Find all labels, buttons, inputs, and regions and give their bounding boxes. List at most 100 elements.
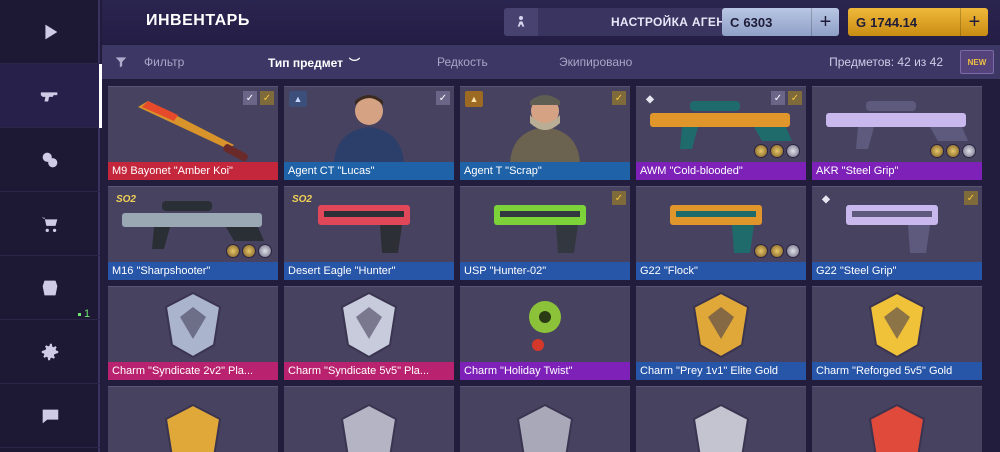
sidebar-item-cases[interactable] — [0, 128, 100, 192]
notification-badge: 1 — [78, 308, 90, 320]
gold-amount: 1744.14 — [870, 14, 918, 30]
filter-icon[interactable] — [114, 55, 128, 72]
check-icon: ✓ — [243, 91, 257, 105]
inventory-card[interactable] — [284, 386, 454, 452]
inventory-card[interactable]: Charm "Holiday Twist" — [460, 286, 630, 380]
play-icon — [45, 24, 58, 39]
charm-image — [340, 403, 398, 452]
equipped-checks: ✓ ✓ — [243, 91, 274, 105]
item-name: Agent CT "Lucas" — [284, 162, 454, 180]
sidebar-item-inventory[interactable] — [0, 64, 102, 128]
case-icon — [42, 280, 58, 295]
equipped-filter[interactable]: Экипировано — [559, 55, 632, 69]
item-name: Charm "Reforged 5v5" Gold — [812, 362, 982, 380]
sticker-icon — [770, 144, 784, 158]
sticker-icon — [930, 144, 944, 158]
charm-image — [529, 301, 561, 351]
gun-icon — [40, 91, 58, 101]
inventory-card[interactable]: Charm "Prey 1v1" Elite Gold — [636, 286, 806, 380]
gear-icon — [41, 343, 59, 360]
check-icon: ✓ — [612, 91, 626, 105]
filter-label[interactable]: Фильтр — [144, 55, 184, 69]
charm-image — [692, 403, 750, 452]
filter-bar: Фильтр Тип предмет ︶ Редкость Экипировано… — [102, 45, 1000, 79]
sticker-icon — [946, 144, 960, 158]
inventory-card[interactable]: SO2 M16 "Sharpshooter" — [108, 186, 278, 280]
inventory-card[interactable]: ▲ ✓ Agent CT "Lucas" — [284, 86, 454, 180]
add-gold-button[interactable]: + — [960, 8, 988, 36]
sticker-icon — [226, 244, 240, 258]
item-name: G22 "Steel Grip" — [812, 262, 982, 280]
item-tag-icon: ◆ — [646, 93, 654, 105]
check-icon: ✓ — [771, 91, 785, 105]
item-tag-icon: SO2 — [115, 193, 136, 205]
inventory-card[interactable]: Charm "Syndicate 2v2" Pla... — [108, 286, 278, 380]
sticker-icon — [242, 244, 256, 258]
item-tag-icon: SO2 — [291, 193, 312, 205]
rarity-filter[interactable]: Редкость — [437, 55, 488, 69]
charm-image — [164, 291, 222, 359]
sidebar-item-play[interactable] — [0, 0, 100, 64]
inventory-card[interactable] — [812, 386, 982, 452]
sticker-icon — [258, 244, 272, 258]
gold-balance: G 1744.14 + — [848, 8, 988, 36]
check-icon: ✓ — [436, 91, 450, 105]
chat-icon — [41, 409, 59, 423]
inventory-card[interactable] — [460, 386, 630, 452]
inventory-card[interactable]: SO2 Desert Eagle "Hunter" — [284, 186, 454, 280]
coins-icon — [42, 152, 58, 167]
item-name: G22 "Flock" — [636, 262, 806, 280]
charm-image — [692, 291, 750, 359]
item-count: Предметов: 42 из 42 — [829, 55, 943, 69]
inventory-card[interactable]: Charm "Reforged 5v5" Gold — [812, 286, 982, 380]
check-icon: ✓ — [788, 91, 802, 105]
sticker-row — [754, 244, 800, 258]
top-bar: ИНВЕНТАРЬ НАСТРОЙКА АГЕНТА C 6303 + G 1744… — [102, 0, 1000, 44]
item-name: Desert Eagle "Hunter" — [284, 262, 454, 280]
silver-currency-icon: C — [730, 14, 740, 30]
equipped-checks: ✓ — [964, 191, 978, 205]
inventory-card[interactable]: ◆ ✓ G22 "Steel Grip" — [812, 186, 982, 280]
sidebar-item-settings[interactable] — [0, 320, 100, 384]
pistol-image — [494, 205, 586, 253]
item-tag-icon: ▲ — [289, 91, 307, 107]
cart-icon — [41, 217, 58, 232]
sidebar-item-chat[interactable] — [0, 384, 100, 448]
sticker-icon — [754, 144, 768, 158]
item-name: Charm "Syndicate 2v2" Pla... — [108, 362, 278, 380]
check-icon: ✓ — [612, 191, 626, 205]
item-name: USP "Hunter-02" — [460, 262, 630, 280]
equipped-checks: ✓ — [436, 91, 450, 105]
item-name: AWM "Cold-blooded" — [636, 162, 806, 180]
badge-count: 1 — [84, 308, 91, 320]
silver-amount: 6303 — [743, 14, 773, 30]
inventory-card[interactable]: ◆ ✓ ✓ AWM "Cold-blooded" — [636, 86, 806, 180]
inventory-card[interactable]: AKR "Steel Grip" — [812, 86, 982, 180]
sticker-icon — [754, 244, 768, 258]
inventory-grid: ✓ ✓ M9 Bayonet "Amber Koi" ▲ ✓ Agent CT "Luca… — [102, 80, 1000, 452]
sticker-row — [930, 144, 976, 158]
new-badge[interactable]: NEW — [960, 50, 994, 74]
type-filter-dropdown[interactable]: Тип предмет ︶ — [268, 55, 360, 71]
agent-icon — [504, 8, 538, 36]
item-name: Charm "Prey 1v1" Elite Gold — [636, 362, 806, 380]
inventory-card[interactable]: Charm "Syndicate 5v5" Pla... — [284, 286, 454, 380]
agent-portrait-image — [510, 95, 580, 163]
sidebar: 1 — [0, 0, 102, 452]
inventory-card[interactable]: ✓ USP "Hunter-02" — [460, 186, 630, 280]
add-silver-button[interactable]: + — [811, 8, 839, 36]
inventory-card[interactable]: ▲ ✓ Agent T "Scrap" — [460, 86, 630, 180]
item-tag-icon: ▲ — [465, 91, 483, 107]
sticker-icon — [786, 244, 800, 258]
sticker-icon — [770, 244, 784, 258]
charm-image — [868, 291, 926, 359]
sidebar-item-shop[interactable] — [0, 192, 100, 256]
item-name: AKR "Steel Grip" — [812, 162, 982, 180]
inventory-card[interactable]: G22 "Flock" — [636, 186, 806, 280]
charm-image — [164, 403, 222, 452]
item-name: Charm "Holiday Twist" — [460, 362, 630, 380]
inventory-card[interactable] — [636, 386, 806, 452]
charm-image — [340, 291, 398, 359]
inventory-card[interactable] — [108, 386, 278, 452]
inventory-card[interactable]: ✓ ✓ M9 Bayonet "Amber Koi" — [108, 86, 278, 180]
